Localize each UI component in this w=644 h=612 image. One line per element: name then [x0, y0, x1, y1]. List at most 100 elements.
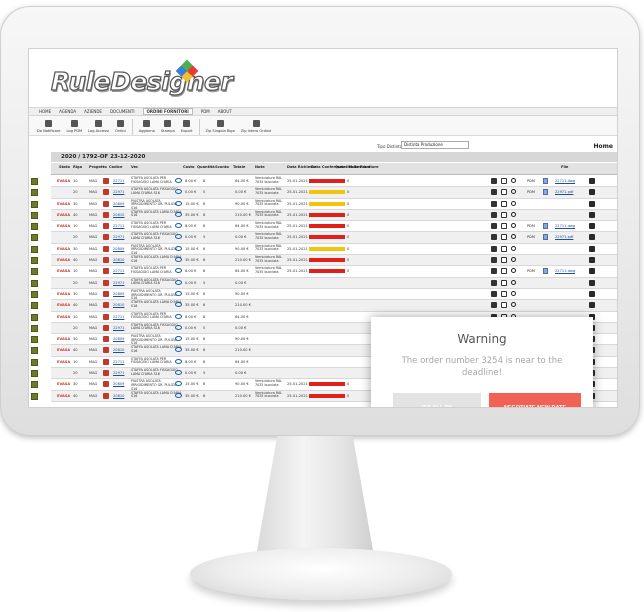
document-icon[interactable]	[501, 257, 507, 264]
save-icon[interactable]	[589, 223, 595, 230]
row-select-square[interactable]	[31, 223, 38, 231]
key-icon[interactable]	[511, 200, 516, 206]
row-checkbox[interactable]	[103, 358, 109, 365]
row-select-square[interactable]	[31, 234, 38, 242]
row-checkbox[interactable]	[103, 178, 109, 184]
row-checkbox[interactable]	[103, 223, 109, 230]
document-icon[interactable]	[501, 178, 507, 184]
eye-icon[interactable]	[175, 178, 182, 183]
print-icon[interactable]	[491, 189, 497, 196]
print-icon[interactable]	[491, 234, 497, 241]
file-link[interactable]: 22971.pdf	[555, 235, 573, 239]
document-icon[interactable]	[501, 200, 507, 207]
row-select-square[interactable]	[31, 302, 38, 310]
code-cell[interactable]: 20810	[113, 258, 124, 262]
row-select-square[interactable]	[31, 290, 38, 298]
eye-icon[interactable]	[175, 245, 182, 251]
eye-icon[interactable]	[175, 358, 182, 364]
row-checkbox[interactable]	[103, 245, 109, 252]
document-icon[interactable]	[501, 302, 507, 309]
document-icon[interactable]	[501, 290, 507, 297]
row-checkbox[interactable]	[103, 302, 109, 309]
code-cell[interactable]: 22971	[113, 281, 124, 285]
menu-item[interactable]: PDM	[201, 109, 210, 114]
file-link[interactable]: 22711.dwg	[555, 179, 575, 183]
save-icon[interactable]	[589, 290, 595, 297]
save-icon[interactable]	[589, 268, 595, 275]
code-cell[interactable]: 22711	[113, 224, 124, 228]
row-select-square[interactable]	[31, 268, 38, 276]
table-row[interactable]: 20 MAG 22971 STAFFA ASOLATA FISSAGGIO LAMA …	[31, 187, 617, 199]
pdm-icon[interactable]	[543, 223, 548, 230]
save-icon[interactable]	[589, 234, 595, 241]
save-icon[interactable]	[589, 245, 595, 252]
menu-item[interactable]: HOME	[39, 109, 51, 114]
save-icon[interactable]	[589, 178, 595, 184]
row-checkbox[interactable]	[103, 381, 109, 388]
pdm-icon[interactable]	[543, 268, 548, 275]
row-select-square[interactable]	[31, 370, 38, 378]
row-select-square[interactable]	[31, 279, 38, 287]
toolbar-button[interactable]: Export	[181, 120, 193, 135]
row-select-square[interactable]	[31, 392, 38, 400]
print-icon[interactable]	[491, 211, 497, 218]
code-cell[interactable]: 22711	[113, 315, 124, 319]
print-icon[interactable]	[491, 257, 497, 264]
document-icon[interactable]	[501, 234, 507, 241]
save-icon[interactable]	[589, 257, 595, 264]
eye-icon[interactable]	[175, 313, 182, 319]
print-icon[interactable]	[491, 200, 497, 207]
table-row[interactable]: EVASA 30 MAG 20809 PIASTRA ASOLATA IRRIGIDIM…	[31, 199, 617, 210]
row-checkbox[interactable]	[103, 336, 109, 343]
table-row[interactable]: EVASA 30 MAG 20809 PIASTRA ASOLATA IRRIGIDIM…	[31, 244, 617, 256]
key-icon[interactable]	[511, 268, 516, 274]
toolbar-button[interactable]: Da Notificare	[37, 120, 60, 135]
row-checkbox[interactable]	[103, 290, 109, 297]
code-cell[interactable]: 22971	[113, 190, 124, 194]
toolbar-button[interactable]: Log PDM	[66, 120, 82, 135]
code-cell[interactable]: 22711	[113, 360, 124, 364]
save-icon[interactable]	[589, 211, 595, 218]
code-cell[interactable]: 20809	[113, 337, 124, 341]
code-cell[interactable]: 22971	[113, 235, 124, 239]
file-link[interactable]: 22971.pdf	[555, 190, 573, 194]
toolbar-button[interactable]: Ordini	[115, 120, 126, 135]
eye-icon[interactable]	[175, 324, 182, 330]
code-cell[interactable]: 20810	[113, 394, 124, 398]
row-select-square[interactable]	[31, 178, 38, 185]
row-select-square[interactable]	[31, 257, 38, 265]
menu-item[interactable]: AGENDA	[59, 109, 76, 114]
code-cell[interactable]: 20810	[113, 303, 124, 307]
row-select-square[interactable]	[31, 245, 38, 253]
menu-item[interactable]: ABOUT	[218, 109, 232, 114]
eye-icon[interactable]	[175, 211, 182, 217]
code-cell[interactable]: 20809	[113, 292, 124, 296]
key-icon[interactable]	[511, 302, 516, 308]
row-checkbox[interactable]	[103, 370, 109, 377]
row-checkbox[interactable]	[103, 257, 109, 264]
table-row[interactable]: EVASA 30 MAG 20809 PIASTRA ASOLATA IRRIGIDIM…	[31, 289, 617, 301]
row-select-square[interactable]	[31, 336, 38, 344]
row-select-square[interactable]	[31, 189, 38, 197]
file-link[interactable]: 22711.dwg	[555, 269, 575, 273]
row-select-square[interactable]	[31, 324, 38, 332]
row-checkbox[interactable]	[103, 211, 109, 218]
toolbar-button[interactable]: Aggiorna	[139, 120, 155, 135]
document-icon[interactable]	[501, 223, 507, 230]
table-row[interactable]: EVASA 40 MAG 20810 STAFFA ASOLATA LAMA D'ARI…	[31, 300, 617, 312]
code-cell[interactable]: 22971	[113, 326, 124, 330]
document-icon[interactable]	[501, 189, 507, 196]
document-icon[interactable]	[501, 268, 507, 275]
save-icon[interactable]	[589, 279, 595, 286]
print-icon[interactable]	[491, 223, 497, 230]
eye-icon[interactable]	[175, 290, 182, 296]
menu-item[interactable]: ORDINI FORNITORI	[142, 108, 193, 115]
row-checkbox[interactable]	[103, 324, 109, 331]
eye-icon[interactable]	[175, 200, 182, 206]
save-icon[interactable]	[589, 200, 595, 207]
code-cell[interactable]: 20810	[113, 213, 124, 217]
key-icon[interactable]	[511, 234, 516, 240]
pdm-icon[interactable]	[543, 234, 548, 241]
key-icon[interactable]	[511, 189, 516, 195]
document-icon[interactable]	[501, 211, 507, 218]
